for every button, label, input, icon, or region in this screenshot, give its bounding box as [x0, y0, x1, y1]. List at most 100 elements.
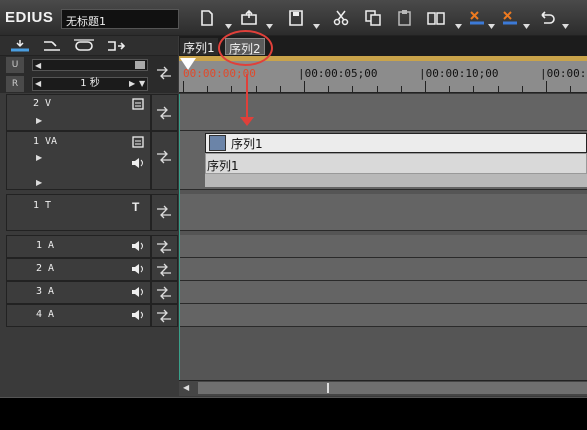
- speaker-icon[interactable]: [131, 263, 145, 275]
- track-lane-1t[interactable]: [179, 194, 587, 231]
- ruler-tick: [425, 81, 426, 92]
- ruler-tick: [473, 86, 475, 92]
- sync-toggle-icon[interactable]: [156, 286, 172, 300]
- track-name-2v: 2 V: [33, 98, 52, 109]
- timescale-next-icon[interactable]: ▶: [129, 79, 135, 88]
- tab-sequence-1[interactable]: 序列1: [180, 38, 218, 55]
- delete-icon[interactable]: [466, 7, 488, 29]
- ruler-label-10s: |00:00:10;00: [419, 67, 499, 80]
- horizontal-scrollbar-thumb[interactable]: [198, 382, 587, 394]
- track-header-1a[interactable]: [6, 235, 151, 258]
- track-header-1va[interactable]: [6, 131, 151, 190]
- zoom-row-label-r: R: [6, 76, 24, 92]
- open-dropdown-icon[interactable]: [266, 19, 273, 29]
- new-project-dropdown-icon[interactable]: [225, 19, 232, 29]
- cut-icon[interactable]: [330, 7, 352, 29]
- annotation-arrow-head: [240, 117, 254, 126]
- sync-lock-icon[interactable]: [72, 38, 96, 54]
- project-name-field[interactable]: 无标题1: [61, 9, 179, 29]
- track-header-1t[interactable]: [6, 194, 151, 231]
- ruler-tick: [521, 86, 523, 92]
- track-lane-1a[interactable]: [179, 235, 587, 258]
- app-name: EDIUS: [5, 9, 54, 26]
- track-header-4a[interactable]: [6, 304, 151, 327]
- ripple-delete-icon[interactable]: [499, 7, 521, 29]
- save-dropdown-icon[interactable]: [313, 19, 320, 29]
- track-header-3a[interactable]: [6, 281, 151, 304]
- ruler-tick: [400, 86, 402, 92]
- undo-icon[interactable]: [536, 7, 558, 29]
- annotation-arrow-line: [246, 74, 248, 120]
- ripple-delete-dropdown-icon[interactable]: [523, 19, 530, 29]
- clip-video-label: 序列1: [231, 137, 263, 151]
- track-name-1va: 1 VA: [33, 136, 58, 147]
- new-project-icon[interactable]: [196, 7, 218, 29]
- scroll-grip-icon: [327, 383, 329, 393]
- speaker-icon[interactable]: [131, 309, 145, 321]
- library-dropdown-icon[interactable]: [455, 19, 462, 29]
- title-track-icon: T: [132, 200, 140, 214]
- ruler-tick: [183, 81, 184, 92]
- sync-toggle-icon[interactable]: [156, 106, 172, 120]
- delete-dropdown-icon[interactable]: [488, 19, 495, 29]
- track-name-3a: 3 A: [36, 286, 55, 297]
- library-icon[interactable]: [425, 7, 447, 29]
- sync-toggle-icon[interactable]: [156, 240, 172, 254]
- video-mute-icon[interactable]: [132, 136, 144, 148]
- track-lane-4a[interactable]: [179, 304, 587, 327]
- zoom-slider-thumb[interactable]: [135, 61, 145, 69]
- timescale-dropdown-icon[interactable]: ▼: [139, 79, 145, 88]
- playhead-line: [179, 94, 180, 380]
- ruler-tick: [279, 86, 281, 92]
- timescale-value: 1 秒: [80, 78, 100, 89]
- track-header-2v[interactable]: [6, 94, 151, 131]
- open-project-icon[interactable]: [238, 7, 260, 29]
- ruler-label-15s: |00:00:15: [540, 67, 587, 80]
- ripple-mode-icon[interactable]: [40, 38, 64, 54]
- scroll-left-icon[interactable]: ◀: [183, 383, 189, 392]
- timescale-prev-icon[interactable]: ◀: [35, 79, 41, 88]
- track-expand-icon[interactable]: ▶: [36, 116, 42, 125]
- track-expand-icon[interactable]: ▶: [36, 178, 42, 187]
- clip-audio-waveform: [205, 174, 587, 187]
- speaker-icon[interactable]: [131, 240, 145, 252]
- save-icon[interactable]: [285, 7, 307, 29]
- zoom-slider[interactable]: [32, 59, 148, 71]
- track-name-4a: 4 A: [36, 309, 55, 320]
- track-lane-2a[interactable]: [179, 258, 587, 281]
- ruler-tick: [449, 86, 451, 92]
- sync-toggle-icon[interactable]: [156, 150, 172, 164]
- ruler-label-start: 00:00:00;00: [183, 67, 256, 80]
- track-lane-3a[interactable]: [179, 281, 587, 304]
- video-mute-icon[interactable]: [132, 98, 144, 110]
- track-name-1a: 1 A: [36, 240, 55, 251]
- ruler-tick: [546, 81, 547, 92]
- sync-toggle-icon[interactable]: [156, 309, 172, 323]
- sync-toggle-icon[interactable]: [156, 205, 172, 219]
- ruler-tick: [207, 86, 209, 92]
- clip-audio[interactable]: [205, 153, 587, 174]
- ruler-tick: [497, 86, 499, 92]
- insert-mode-icon[interactable]: [8, 38, 32, 54]
- speaker-icon[interactable]: [131, 157, 145, 169]
- sync-toggle-icon[interactable]: [156, 66, 172, 80]
- paste-icon[interactable]: [394, 7, 416, 29]
- copy-icon[interactable]: [362, 7, 384, 29]
- ruler-label-5s: |00:00:05;00: [298, 67, 378, 80]
- track-name-2a: 2 A: [36, 263, 55, 274]
- track-expand-icon[interactable]: ▶: [36, 153, 42, 162]
- clip-audio-label: 序列1: [207, 159, 239, 173]
- annotation-circle: [218, 30, 273, 66]
- ruler-tick: [255, 86, 257, 92]
- track-header-2a[interactable]: [6, 258, 151, 281]
- zoom-left-arrow-icon[interactable]: ◀: [35, 61, 41, 70]
- undo-dropdown-icon[interactable]: [562, 19, 569, 29]
- ruler-tick: [304, 81, 305, 92]
- ruler-tick: [352, 86, 354, 92]
- status-bar: [0, 397, 587, 430]
- sync-toggle-icon[interactable]: [156, 263, 172, 277]
- speaker-icon[interactable]: [131, 286, 145, 298]
- clip-thumbnail: [209, 135, 226, 151]
- ruler-tick: [231, 86, 233, 92]
- snap-icon[interactable]: [104, 38, 128, 54]
